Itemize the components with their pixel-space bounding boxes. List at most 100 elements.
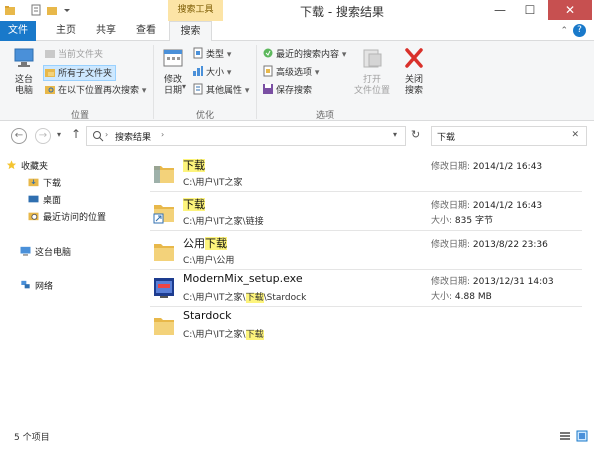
properties-icon[interactable]	[30, 4, 42, 16]
modified-label: 修改日期:	[431, 277, 471, 287]
search-again-in-button[interactable]: 在以下位置再次搜索 ▾	[44, 83, 146, 99]
nav-item-desktop[interactable]: 桌面	[28, 193, 61, 210]
details-view-icon[interactable]	[560, 431, 570, 441]
recent-searches-icon	[263, 48, 273, 58]
folder-icon	[45, 50, 55, 58]
nav-item-this-pc[interactable]: 这台电脑	[20, 245, 71, 262]
open-file-location-button[interactable]: 打开 文件位置	[352, 47, 392, 97]
address-dropdown-icon[interactable]: ▾	[393, 130, 397, 139]
recent-searches-label: 最近的搜索内容	[276, 50, 340, 60]
group-label-options: 选项	[315, 111, 334, 121]
chevron-down-icon: ▾	[182, 82, 187, 91]
this-pc-button[interactable]: 这台 电脑	[8, 47, 40, 97]
item-path: C:\用户\公用	[183, 256, 235, 266]
back-button[interactable]: ←	[11, 128, 27, 144]
new-folder-icon[interactable]	[46, 4, 58, 16]
tab-search[interactable]: 搜索	[169, 21, 212, 42]
search-input-value: 下载	[437, 133, 456, 143]
clear-search-icon[interactable]: ✕	[571, 130, 579, 140]
recent-searches-button[interactable]: 最近的搜索内容 ▾	[262, 47, 346, 63]
nav-label: 桌面	[43, 196, 62, 206]
modified-label: 修改日期:	[431, 240, 471, 250]
window-title: 下载 - 搜索结果	[300, 5, 384, 19]
modified-value: 2014/1/2 16:43	[472, 162, 543, 172]
up-arrow-icon[interactable]: ↑	[71, 127, 81, 141]
tab-home[interactable]: 主页	[46, 21, 86, 41]
name-match: 下载	[205, 237, 227, 250]
other-properties-button[interactable]: 其他属性 ▾	[192, 83, 249, 99]
nav-item-network[interactable]: 网络	[20, 279, 53, 296]
size-button[interactable]: 大小 ▾	[192, 65, 231, 81]
current-folder-button[interactable]: 当前文件夹	[44, 47, 103, 63]
ribbon: 这台 电脑 当前文件夹 所有子文件夹 在以下位置再次搜索 ▾ 位置 修改 日期 …	[0, 41, 594, 121]
item-modified: 修改日期: 2014/1/2 16:43	[431, 198, 542, 211]
group-divider	[256, 45, 257, 119]
forward-button[interactable]: →	[35, 128, 51, 144]
nav-item-downloads[interactable]: 下载	[28, 176, 61, 193]
list-item[interactable]: 下载 C:\用户\IT之家\链接 修改日期: 2014/1/2 16:43 大小…	[150, 193, 582, 231]
maximize-button[interactable]: ☐	[516, 0, 544, 20]
search-again-icon	[45, 86, 55, 94]
exe-file-icon	[154, 278, 174, 298]
close-search-button[interactable]: 关闭 搜索	[400, 47, 428, 97]
modified-label: 修改日期:	[431, 162, 471, 172]
address-box[interactable]: › 搜索结果 ›	[86, 126, 406, 146]
folder-icon	[154, 166, 174, 183]
title-bar: 搜索工具 下载 - 搜索结果 — ☐ ✕	[0, 0, 594, 21]
all-subfolders-button[interactable]: 所有子文件夹	[43, 65, 117, 81]
ribbon-collapse-icon[interactable]: ⌃	[560, 26, 568, 36]
subfolders-icon	[45, 69, 55, 77]
modified-value: 2013/8/22 23:36	[472, 240, 548, 250]
path-match: 下载	[245, 293, 264, 303]
recent-places-icon	[28, 212, 39, 221]
item-name: ModernMix_setup.exe	[183, 272, 303, 285]
tab-file[interactable]: 文件	[0, 21, 36, 41]
breadcrumb[interactable]: 搜索结果	[115, 130, 151, 143]
breadcrumb-separator-icon: ›	[105, 130, 109, 139]
calendar-icon	[163, 49, 183, 67]
computer-icon	[14, 48, 34, 67]
list-item[interactable]: Stardock C:\用户\IT之家\下载	[150, 306, 582, 344]
list-item[interactable]: 下载 C:\用户\IT之家 修改日期: 2014/1/2 16:43	[150, 154, 582, 192]
downloads-folder-icon	[28, 178, 39, 187]
recent-locations-dropdown-icon[interactable]: ▾	[57, 130, 61, 139]
address-bar-row: ← → ▾ ↑ › 搜索结果 › ▾ ↻ 下载 ✕	[0, 121, 594, 151]
tab-view[interactable]: 查看	[126, 21, 166, 41]
nav-label: 下载	[43, 179, 62, 189]
open-file-location-icon	[363, 49, 382, 68]
desktop-icon	[28, 195, 39, 203]
advanced-options-button[interactable]: 高级选项 ▾	[262, 65, 319, 81]
tab-share[interactable]: 共享	[86, 21, 126, 41]
item-path: C:\用户\IT之家	[183, 178, 243, 188]
search-icon	[93, 131, 104, 142]
group-label-refine: 优化	[195, 111, 214, 121]
item-modified: 修改日期: 2014/1/2 16:43	[431, 159, 542, 172]
close-button[interactable]: ✕	[548, 0, 592, 20]
path-match: 下载	[245, 330, 264, 340]
kind-button[interactable]: 类型 ▾	[192, 47, 231, 63]
network-icon	[21, 280, 30, 289]
open-file-location-label: 打开 文件位置	[353, 75, 390, 96]
folder-icon	[154, 318, 174, 335]
group-divider	[153, 45, 154, 119]
folder-icon	[154, 244, 174, 261]
quick-access-dropdown-icon[interactable]	[61, 4, 73, 16]
save-search-label: 保存搜索	[276, 86, 313, 96]
path-text: C:\用户\IT之家\	[183, 293, 246, 303]
size-label: 大小:	[431, 292, 453, 302]
large-icons-view-icon[interactable]	[576, 430, 588, 442]
item-name: 下载	[183, 196, 205, 212]
nav-item-favorites[interactable]: 收藏夹	[6, 159, 48, 176]
folder-shortcut-icon	[153, 205, 174, 224]
list-item[interactable]: ModernMix_setup.exe C:\用户\IT之家\下载\Stardo…	[150, 269, 582, 307]
group-label-location: 位置	[70, 111, 89, 121]
help-icon[interactable]: ?	[573, 24, 586, 37]
advanced-options-label: 高级选项	[276, 68, 313, 78]
nav-item-recent-places[interactable]: 最近访问的位置	[28, 210, 106, 227]
list-item[interactable]: 公用下载 C:\用户\公用 修改日期: 2013/8/22 23:36	[150, 232, 582, 270]
minimize-button[interactable]: —	[486, 0, 514, 20]
size-icon	[193, 66, 203, 76]
refresh-icon[interactable]: ↻	[411, 128, 420, 141]
search-input[interactable]: 下载 ✕	[431, 126, 587, 146]
save-search-button[interactable]: 保存搜索	[262, 83, 312, 99]
